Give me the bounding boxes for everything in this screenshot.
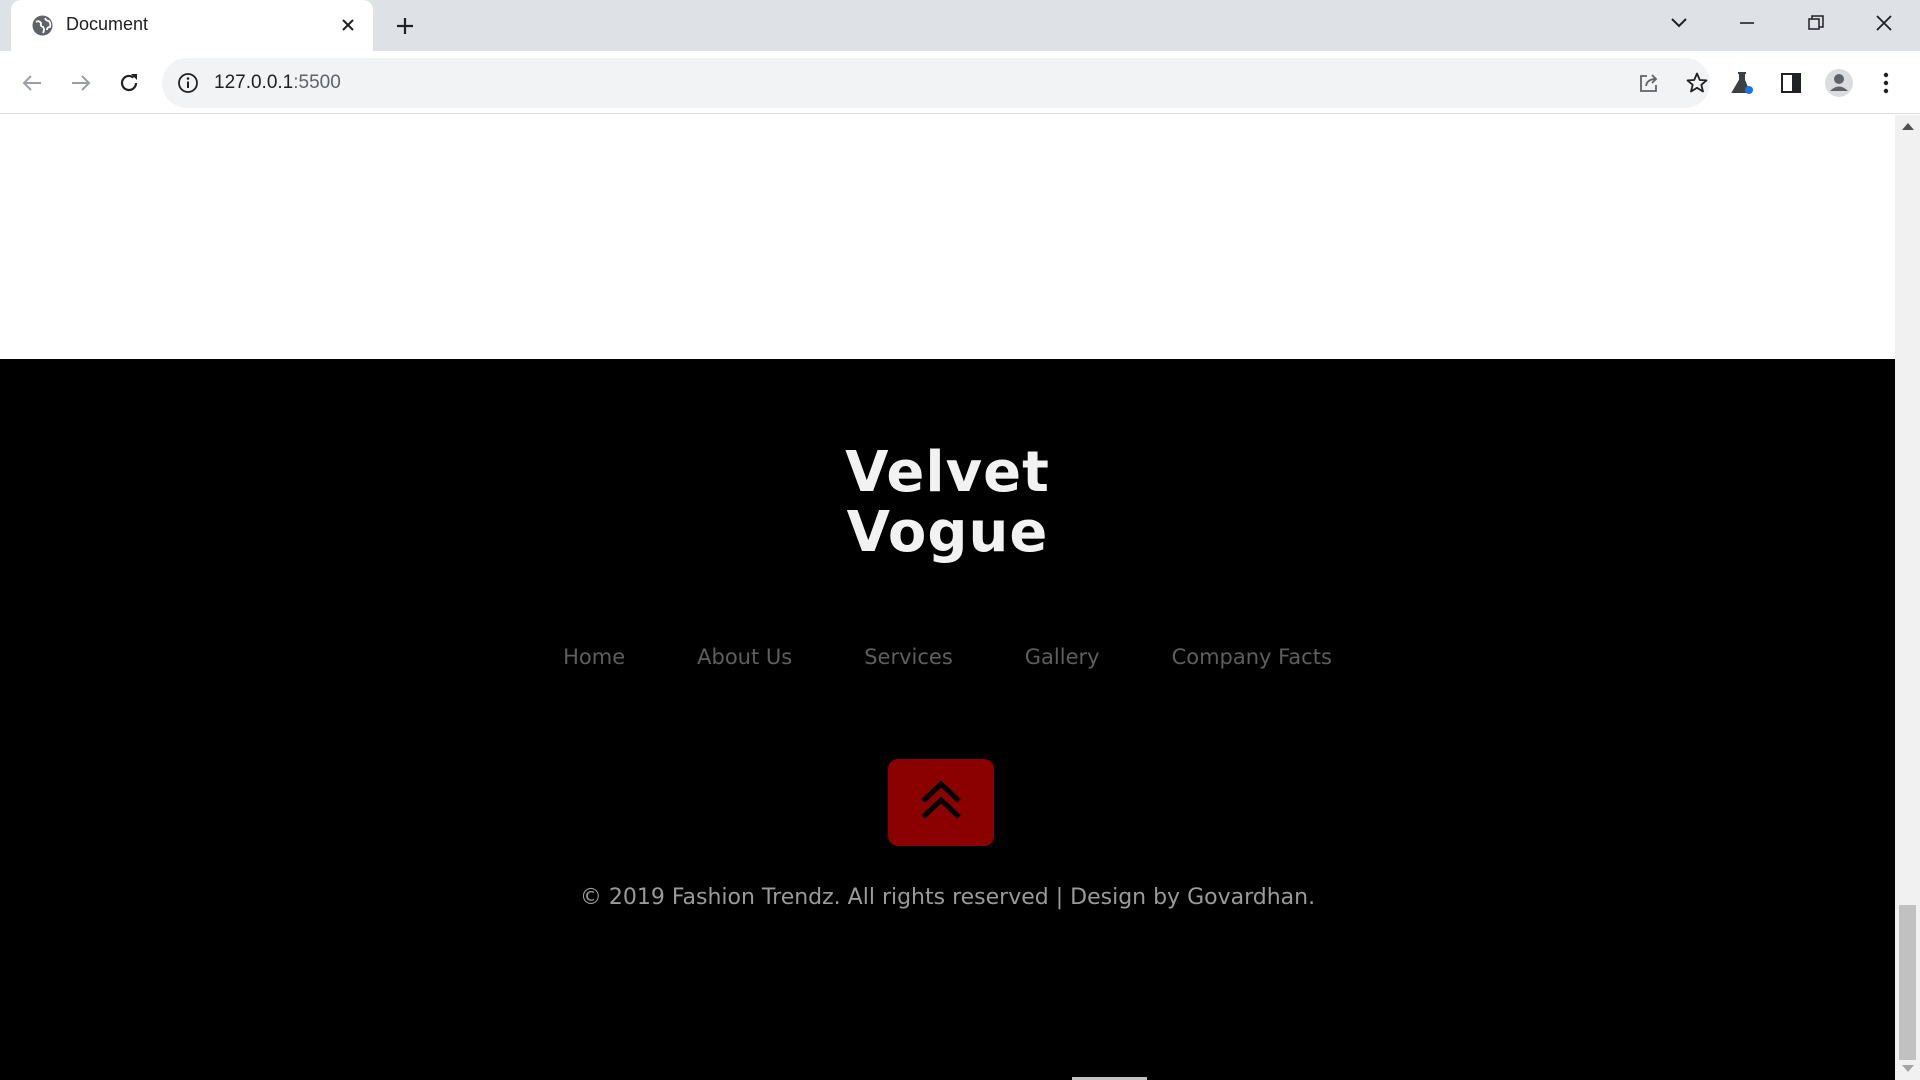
share-icon[interactable]: [1636, 70, 1662, 96]
url-host: 127.0.0.1: [214, 72, 294, 93]
browser-tab[interactable]: Document: [11, 0, 373, 51]
footer-nav-about-us[interactable]: About Us: [697, 645, 792, 669]
scroll-thumb[interactable]: [1899, 905, 1916, 1060]
tab-title: Document: [66, 14, 149, 34]
reload-icon[interactable]: [114, 68, 144, 98]
address-bar[interactable]: 127.0.0.1:5500: [162, 58, 1710, 108]
footer-nav-services[interactable]: Services: [864, 645, 953, 669]
star-icon[interactable]: [1684, 70, 1710, 96]
arrow-right-icon[interactable]: [66, 68, 96, 98]
copyright-text: © 2019 Fashion Trendz. All rights reserv…: [579, 885, 1316, 910]
content-area: [0, 115, 1895, 359]
kebab-menu-icon[interactable]: [1870, 67, 1902, 99]
url-text: 127.0.0.1:5500: [214, 72, 341, 94]
arrow-left-icon[interactable]: [17, 68, 47, 98]
footer-nav: Home About Us Services Gallery Company Facts: [0, 645, 1895, 669]
brand-line-1: Velvet: [845, 440, 1050, 505]
plus-icon[interactable]: [390, 12, 420, 40]
flask-icon[interactable]: [1726, 67, 1758, 99]
info-icon[interactable]: [176, 71, 200, 95]
close-icon[interactable]: [335, 12, 361, 38]
scroll-up-arrow[interactable]: [1902, 123, 1914, 130]
restore-icon[interactable]: [1798, 8, 1834, 38]
footer-nav-gallery[interactable]: Gallery: [1025, 645, 1100, 669]
browser-toolbar: 127.0.0.1:5500: [0, 51, 1920, 114]
close-icon[interactable]: [1866, 8, 1902, 38]
avatar-icon[interactable]: [1823, 67, 1855, 99]
url-port: :5500: [293, 72, 341, 93]
site-footer: Velvet Vogue Home About Us Services Gallery…: [0, 359, 1895, 1080]
double-chevron-up-icon: [919, 779, 963, 826]
side-panel-icon[interactable]: [1775, 67, 1807, 99]
page-viewport: Velvet Vogue Home About Us Services Gallery…: [0, 115, 1895, 1080]
footer-brand-logo[interactable]: Velvet Vogue: [0, 443, 1895, 563]
globe-icon: [32, 15, 53, 36]
vertical-scrollbar[interactable]: [1895, 115, 1920, 1080]
footer-nav-home[interactable]: Home: [563, 645, 625, 669]
back-to-top-button[interactable]: [888, 759, 994, 846]
scroll-down-arrow[interactable]: [1902, 1065, 1914, 1072]
minimize-icon[interactable]: [1729, 8, 1765, 38]
footer-nav-company-facts[interactable]: Company Facts: [1172, 645, 1332, 669]
tab-strip: Document: [0, 0, 1920, 51]
chevron-down-icon[interactable]: [1661, 8, 1697, 38]
brand-line-2: Vogue: [846, 500, 1049, 565]
